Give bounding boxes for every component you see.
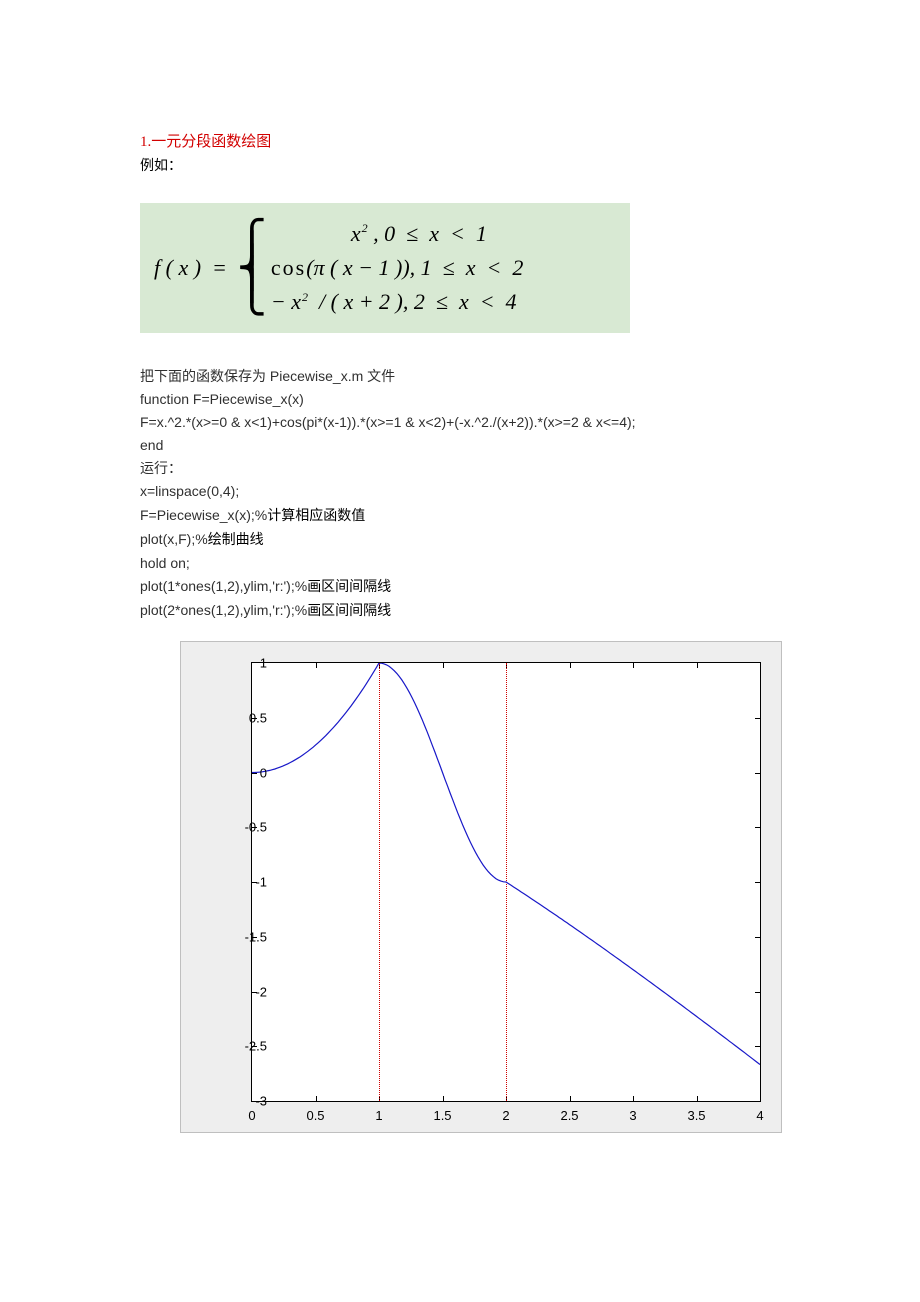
code-line: hold on; <box>140 552 810 575</box>
x-tick-label: 4 <box>756 1108 763 1123</box>
x-tick-label: 2 <box>502 1108 509 1123</box>
code-line: F=x.^2.*(x>=0 & x<1)+cos(pi*(x-1)).*(x>=… <box>140 411 810 434</box>
code-line: function F=Piecewise_x(x) <box>140 388 810 411</box>
equation-box: f ( x ) = ⎧⎪⎨⎪⎩ x2 , 0 ≤ x < 1 cos(π ( x… <box>140 203 630 333</box>
equation-line-1: x2 , 0 ≤ x < 1 <box>271 222 523 246</box>
y-tick-label: -1 <box>227 875 267 890</box>
plot-axes <box>251 662 761 1102</box>
code-line: end <box>140 434 810 457</box>
equation-lhs: f ( x ) = <box>154 255 237 281</box>
x-tick-label: 1.5 <box>433 1108 451 1123</box>
y-tick-label: 1 <box>227 656 267 671</box>
text-line: 运行： <box>140 457 810 480</box>
code-line: plot(2*ones(1,2),ylim,'r:');%画区间间隔线 <box>140 599 810 623</box>
page: 1.一元分段函数绘图 例如： f ( x ) = ⎧⎪⎨⎪⎩ x2 , 0 ≤ … <box>0 0 920 1302</box>
x-tick-label: 1 <box>375 1108 382 1123</box>
y-tick-label: 0.5 <box>227 710 267 725</box>
y-tick-label: -2 <box>227 984 267 999</box>
y-tick-label: -3 <box>227 1094 267 1109</box>
x-tick-label: 0 <box>248 1108 255 1123</box>
code-block: 把下面的函数保存为 Piecewise_x.m 文件 function F=Pi… <box>140 365 810 623</box>
code-line: x=linspace(0,4); <box>140 480 810 503</box>
equation-line-3: − x2 / ( x + 2 ), 2 ≤ x < 4 <box>271 290 523 314</box>
text-line: 把下面的函数保存为 Piecewise_x.m 文件 <box>140 365 810 388</box>
y-tick-label: -0.5 <box>227 820 267 835</box>
plot-container: -3 -2.5 -2 -1.5 -1 -0.5 0 0.5 1 0 0.5 1 1.5 2 2.5 3 3.5 4 <box>180 641 810 1133</box>
code-line: plot(x,F);%绘制曲线 <box>140 528 810 552</box>
x-tick-label: 3 <box>629 1108 636 1123</box>
brace-icon: ⎧⎪⎨⎪⎩ <box>237 236 271 300</box>
plot-frame: -3 -2.5 -2 -1.5 -1 -0.5 0 0.5 1 0 0.5 1 1.5 2 2.5 3 3.5 4 <box>180 641 782 1133</box>
y-tick-label: 0 <box>227 765 267 780</box>
y-tick-label: -1.5 <box>227 929 267 944</box>
function-curve <box>252 663 760 1101</box>
code-line: plot(1*ones(1,2),ylim,'r:');%画区间间隔线 <box>140 575 810 599</box>
equation-line-2: cos(π ( x − 1 )), 1 ≤ x < 2 <box>271 256 523 280</box>
y-tick-label: -2.5 <box>227 1039 267 1054</box>
code-line: F=Piecewise_x(x);%计算相应函数值 <box>140 504 810 528</box>
x-tick-label: 3.5 <box>687 1108 705 1123</box>
example-label: 例如： <box>140 155 810 175</box>
section-heading: 1.一元分段函数绘图 <box>140 130 810 151</box>
x-tick-label: 2.5 <box>560 1108 578 1123</box>
equation-rhs: x2 , 0 ≤ x < 1 cos(π ( x − 1 )), 1 ≤ x <… <box>271 222 523 315</box>
x-tick-label: 0.5 <box>306 1108 324 1123</box>
